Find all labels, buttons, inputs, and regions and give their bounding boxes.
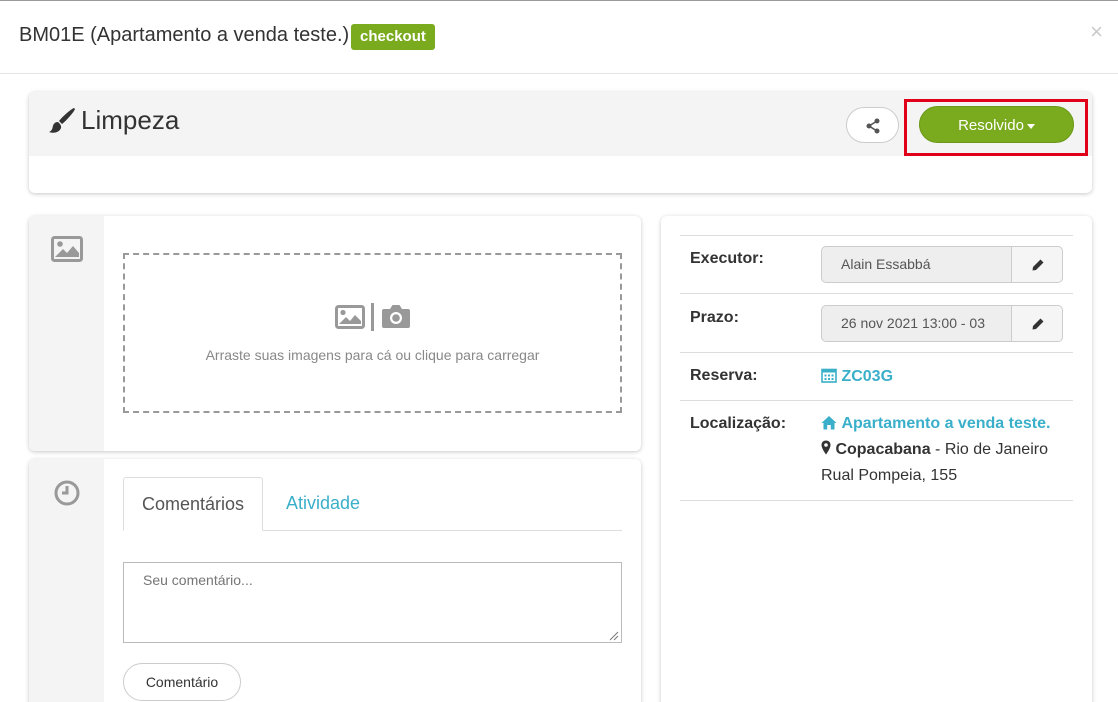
location-info: Apartamento a venda teste. Copacabana - … <box>821 411 1071 489</box>
submit-comment-button[interactable]: Comentário <box>123 663 241 701</box>
comment-input[interactable] <box>123 562 622 643</box>
checkout-badge: checkout <box>351 24 435 50</box>
home-icon <box>821 416 837 430</box>
image-dropzone[interactable]: Arraste suas imagens para cá ou clique p… <box>123 253 622 413</box>
task-header-bar: Limpeza Resolvido <box>29 92 1092 156</box>
deadline-input-group: 26 nov 2021 13:00 - 03 <box>821 305 1063 342</box>
clock-icon <box>54 480 80 506</box>
reservation-link[interactable]: ZC03G <box>821 367 893 386</box>
camera-icon <box>382 305 410 328</box>
modal-title: BM01E (Apartamento a venda teste.) <box>19 24 350 46</box>
pencil-icon <box>1032 259 1044 271</box>
dropzone-instructions: Arraste suas imagens para cá ou clique p… <box>205 347 540 363</box>
status-label: Resolvido <box>958 117 1024 134</box>
deadline-label: Prazo: <box>690 309 739 326</box>
task-details-card: Executor: Alain Essabbá Prazo: 26 nov 20… <box>661 216 1092 702</box>
neighborhood-line: Copacabana - Rio de Janeiro <box>821 437 1071 463</box>
reservation-code: ZC03G <box>841 368 894 385</box>
reservation-label: Reserva: <box>690 367 758 384</box>
modal-header: BM01E (Apartamento a venda teste.) check… <box>0 1 1118 74</box>
property-name: Apartamento a venda teste. <box>841 415 1051 432</box>
street-address: Rual Pompeia, 155 <box>821 467 958 484</box>
separator <box>371 303 374 331</box>
dropzone-icons <box>335 303 415 333</box>
city-name: - Rio de Janeiro <box>930 441 1048 458</box>
tab-atividade[interactable]: Atividade <box>286 493 360 514</box>
task-header-card: Limpeza Resolvido <box>29 92 1092 193</box>
executor-label: Executor: <box>690 250 764 267</box>
executor-field: Alain Essabbá <box>821 246 1012 283</box>
share-icon <box>866 118 880 134</box>
close-icon[interactable]: × <box>1090 19 1103 45</box>
pencil-icon <box>1032 318 1044 330</box>
share-button[interactable] <box>846 107 899 143</box>
executor-input-group: Alain Essabbá <box>821 246 1063 283</box>
comments-card: Comentários Atividade Comentário <box>29 459 641 702</box>
edit-deadline-button[interactable] <box>1011 305 1063 342</box>
card-gutter <box>29 216 104 451</box>
paint-brush-icon <box>49 108 75 133</box>
reservation-row: Reserva: ZC03G <box>680 352 1073 400</box>
chevron-down-icon <box>1026 123 1035 129</box>
location-label: Localização: <box>690 415 787 432</box>
property-link[interactable]: Apartamento a venda teste. <box>821 411 1071 437</box>
image-upload-card: Arraste suas imagens para cá ou clique p… <box>29 216 641 451</box>
deadline-field: 26 nov 2021 13:00 - 03 <box>821 305 1012 342</box>
image-icon <box>51 236 83 262</box>
tab-comentarios[interactable]: Comentários <box>123 477 263 531</box>
task-title: Limpeza <box>81 105 180 135</box>
resize-handle-icon[interactable] <box>609 631 619 641</box>
edit-executor-button[interactable] <box>1011 246 1063 283</box>
deadline-row: Prazo: 26 nov 2021 13:00 - 03 <box>680 293 1073 352</box>
neighborhood-name: Copacabana <box>835 441 931 458</box>
location-row: Localização: Apartamento a venda teste. … <box>680 400 1073 501</box>
image-icon <box>335 305 365 329</box>
card-gutter <box>29 459 104 702</box>
executor-row: Executor: Alain Essabbá <box>680 235 1073 293</box>
calendar-icon <box>821 368 837 383</box>
status-dropdown-button[interactable]: Resolvido <box>919 106 1074 143</box>
map-marker-icon <box>821 440 831 455</box>
